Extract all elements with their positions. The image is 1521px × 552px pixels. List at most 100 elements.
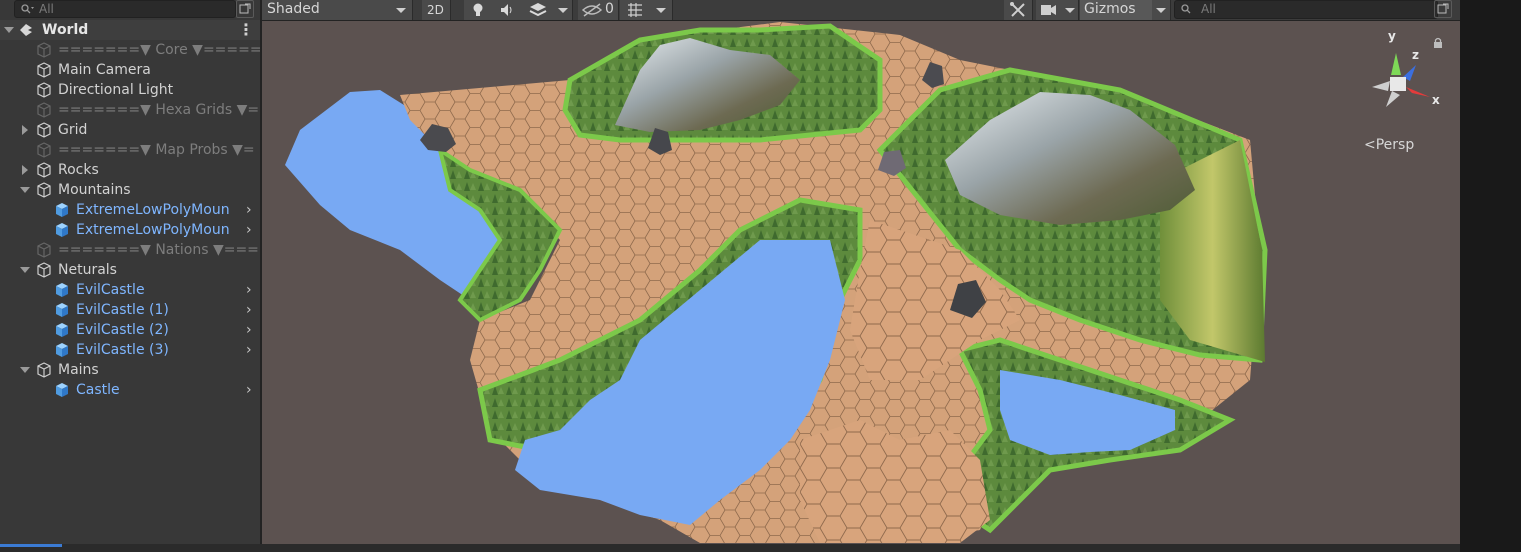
hierarchy-row-core-separator[interactable]: =======▼ Core ▼===== <box>0 40 262 60</box>
chevron-right-icon[interactable]: › <box>246 220 252 240</box>
hierarchy-row-mountain-prefab-1[interactable]: ExtremeLowPolyMoun › <box>0 200 260 220</box>
gameobject-cube-icon <box>37 122 51 138</box>
hierarchy-row-mountains[interactable]: Mountains <box>0 180 260 200</box>
prefab-cube-icon <box>56 343 68 357</box>
hierarchy-row-label: =======▼ Hexa Grids ▼= <box>58 102 260 118</box>
eye-slash-icon <box>581 3 603 17</box>
bottom-panel-bar <box>0 544 1460 552</box>
chevron-right-icon[interactable]: › <box>246 380 252 400</box>
gameobject-cube-icon <box>37 162 51 178</box>
grid-icon <box>628 3 642 17</box>
gizmo-axis-x-label: x <box>1432 93 1440 107</box>
chevron-down-icon <box>1065 8 1075 13</box>
hierarchy-row-label: ExtremeLowPolyMoun <box>76 222 230 238</box>
lock-icon[interactable] <box>1432 37 1444 49</box>
hierarchy-row-label: =======▼ Map Probs ▼= <box>58 142 255 158</box>
speaker-icon <box>501 4 512 16</box>
hierarchy-row-label: EvilCastle (2) <box>76 322 169 338</box>
2d-toggle-button[interactable]: 2D <box>422 0 451 20</box>
expand-icon <box>239 3 251 14</box>
lighting-toggle-button[interactable] <box>464 0 493 20</box>
grid-snap-dropdown[interactable] <box>650 0 673 20</box>
hierarchy-row-mountain-prefab-2[interactable]: ExtremeLowPolyMoun › <box>0 220 260 240</box>
collapse-arrow-icon[interactable] <box>20 367 30 373</box>
camera-icon <box>1041 5 1056 15</box>
hierarchy-row-evilcastle-3[interactable]: EvilCastle (3) › <box>0 340 260 360</box>
scene-search-placeholder: All <box>1201 2 1216 16</box>
expand-arrow-icon[interactable] <box>22 125 28 135</box>
hierarchy-row-hexa-grids-separator[interactable]: =======▼ Hexa Grids ▼= <box>0 100 260 120</box>
hierarchy-row-directional-light[interactable]: Directional Light <box>0 80 260 100</box>
gameobject-cube-icon <box>37 262 51 278</box>
chevron-left-icon: < <box>1364 137 1376 153</box>
chevron-right-icon[interactable]: › <box>246 320 252 340</box>
gameobject-cube-icon <box>37 242 51 258</box>
right-edge-panel <box>1460 0 1521 552</box>
hierarchy-row-mains[interactable]: Mains <box>0 360 260 380</box>
prefab-cube-icon <box>56 383 68 397</box>
prefab-cube-icon <box>56 323 68 337</box>
gameobject-cube-icon <box>37 42 51 58</box>
hierarchy-row-label: Rocks <box>58 162 99 178</box>
hierarchy-search-input[interactable]: All <box>14 0 236 18</box>
hierarchy-row-evilcastle[interactable]: EvilCastle › <box>0 280 260 300</box>
collapse-arrow-icon[interactable] <box>20 187 30 193</box>
collapse-arrow-icon[interactable] <box>20 267 30 273</box>
audio-toggle-button[interactable] <box>492 0 523 20</box>
hierarchy-row-evilcastle-1[interactable]: EvilCastle (1) › <box>0 300 260 320</box>
camera-settings-button[interactable] <box>1036 0 1063 20</box>
prefab-cube-icon <box>56 283 68 297</box>
gizmos-label: Gizmos <box>1084 1 1136 17</box>
gameobject-cube-icon <box>37 62 51 78</box>
scene-viewport[interactable]: y z x <box>262 21 1460 544</box>
gameobject-cube-icon <box>37 142 51 158</box>
scene-name: World <box>42 22 89 38</box>
hierarchy-panel: All World ⋮ =======▼ Core ▼===== Main Ca… <box>0 0 262 552</box>
projection-label: Persp <box>1375 137 1415 153</box>
chevron-right-icon[interactable]: › <box>246 200 252 220</box>
prefab-cube-icon <box>56 303 68 317</box>
gizmo-axis-y-label: y <box>1388 29 1396 43</box>
effects-dropdown-button[interactable] <box>554 0 573 20</box>
chevron-down-icon <box>1156 8 1166 13</box>
layers-icon <box>529 3 547 17</box>
expand-arrow-icon[interactable] <box>22 165 28 175</box>
search-icon <box>21 4 34 14</box>
hidden-objects-toggle[interactable]: 0 <box>578 0 619 20</box>
tools-icon <box>1010 2 1025 17</box>
hierarchy-row-castle[interactable]: Castle › <box>0 380 260 400</box>
bottom-active-tab-indicator[interactable] <box>0 544 62 547</box>
hierarchy-row-label: =======▼ Nations ▼=== <box>58 242 259 258</box>
hierarchy-row-rocks[interactable]: Rocks <box>0 160 260 180</box>
hierarchy-row-evilcastle-2[interactable]: EvilCastle (2) › <box>0 320 260 340</box>
lightbulb-icon <box>473 3 483 16</box>
chevron-right-icon[interactable]: › <box>246 280 252 300</box>
gizmos-dropdown-button[interactable] <box>1152 0 1171 20</box>
scene-row[interactable]: World ⋮ <box>0 20 260 40</box>
effects-toggle-button[interactable] <box>522 0 555 20</box>
chevron-right-icon[interactable]: › <box>246 340 252 360</box>
hierarchy-row-label: Main Camera <box>58 62 151 78</box>
hierarchy-row-nations-separator[interactable]: =======▼ Nations ▼=== <box>0 240 260 260</box>
draw-mode-dropdown[interactable]: Shaded <box>262 0 413 20</box>
grid-snap-toggle[interactable] <box>620 0 651 20</box>
hierarchy-expand-button[interactable] <box>236 0 254 18</box>
hierarchy-search-placeholder: All <box>39 2 54 16</box>
hierarchy-row-label: Neturals <box>58 262 117 278</box>
chevron-right-icon[interactable]: › <box>246 300 252 320</box>
tools-button[interactable] <box>1004 0 1033 20</box>
scene-menu-icon[interactable]: ⋮ <box>238 20 254 40</box>
projection-toggle[interactable]: <Persp <box>1364 137 1414 153</box>
hex-map-scene[interactable] <box>262 21 1460 544</box>
expand-icon <box>1437 3 1449 14</box>
scene-expand-button[interactable] <box>1434 0 1452 18</box>
hierarchy-row-main-camera[interactable]: Main Camera <box>0 60 260 80</box>
collapse-arrow-icon[interactable] <box>4 27 14 33</box>
hierarchy-row-map-probs-separator[interactable]: =======▼ Map Probs ▼= <box>0 140 260 160</box>
camera-settings-dropdown[interactable] <box>1062 0 1079 20</box>
draw-mode-label: Shaded <box>267 1 320 17</box>
hierarchy-row-neturals[interactable]: Neturals <box>0 260 260 280</box>
hierarchy-row-grid[interactable]: Grid <box>0 120 260 140</box>
gizmos-toggle-button[interactable]: Gizmos <box>1080 0 1153 20</box>
scene-search-input[interactable]: All <box>1174 0 1438 19</box>
